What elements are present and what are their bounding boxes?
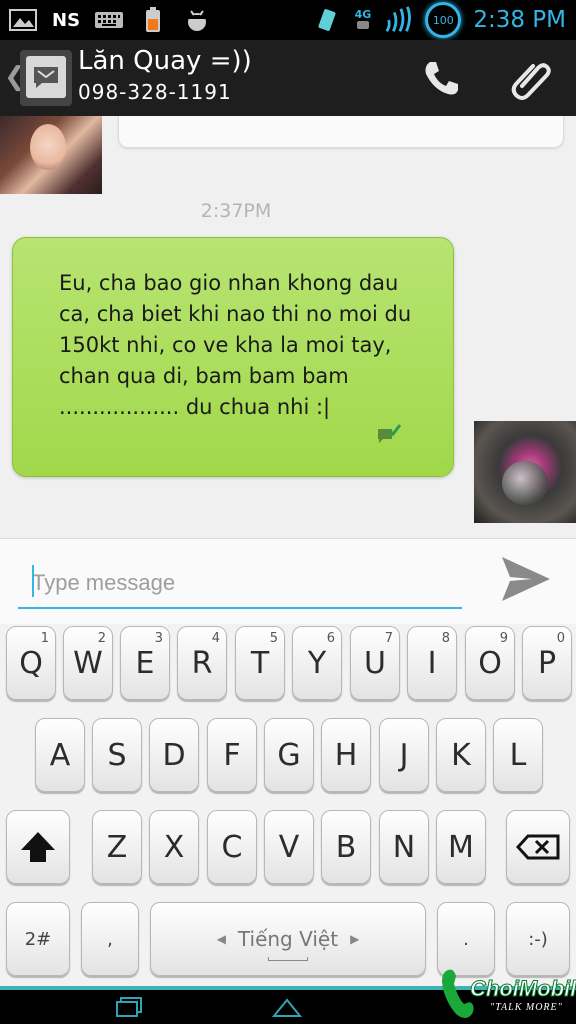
conversation-action-bar: ❮ Lăn Quay =)) 098-328-1191 (0, 40, 576, 116)
send-icon[interactable] (496, 553, 556, 605)
phone-data-icon (313, 7, 343, 33)
key-hint: 6 (326, 631, 335, 646)
key-t[interactable]: T5 (235, 626, 285, 700)
key-k[interactable]: K (436, 718, 486, 792)
contact-phone: 098-328-1191 (78, 80, 232, 104)
attach-icon[interactable] (508, 56, 552, 100)
android-debug-icon (182, 7, 212, 33)
gallery-icon (8, 7, 38, 33)
key-label: R (191, 645, 213, 681)
phone-call-icon[interactable] (420, 56, 464, 100)
outgoing-message-text: Eu, cha bao gio nhan khong dau ca, cha b… (59, 271, 412, 419)
message-input[interactable] (18, 559, 462, 609)
clock: 2:38 PM (473, 7, 566, 33)
my-profile-photo[interactable] (474, 421, 576, 523)
brand-tagline: "TALK MORE" (490, 1002, 563, 1013)
key-label: T (250, 645, 270, 681)
smiley-key[interactable]: :-) (506, 902, 570, 976)
language-next-icon: ▶ (350, 932, 360, 946)
key-label: E (135, 645, 155, 681)
shift-key[interactable] (6, 810, 70, 884)
key-y[interactable]: Y6 (292, 626, 342, 700)
soft-keyboard: Q1 W2 E3 R4 T5 Y6 U7 I8 O9 P0 A S D F G … (0, 624, 576, 986)
key-s[interactable]: S (92, 718, 142, 792)
key-hint: 7 (384, 631, 393, 646)
key-w[interactable]: W2 (63, 626, 113, 700)
status-bar: NS 4G 100 2:38 PM (0, 0, 576, 40)
key-d[interactable]: D (149, 718, 199, 792)
key-e[interactable]: E3 (120, 626, 170, 700)
battery-level-indicator: 100 (425, 2, 462, 38)
key-hint: 1 (40, 631, 49, 646)
message-icon (26, 56, 66, 98)
space-key[interactable]: ◀ Tiếng Việt ▶ (150, 902, 426, 976)
contact-photo-face (30, 124, 66, 170)
key-o[interactable]: O9 (465, 626, 515, 700)
text-cursor (32, 565, 34, 597)
carrier-label: NS (52, 9, 81, 31)
key-hint: 9 (499, 631, 508, 646)
signal-icon (383, 6, 413, 33)
key-p[interactable]: P0 (522, 626, 572, 700)
contact-photo[interactable] (0, 116, 102, 194)
key-m[interactable]: M (436, 810, 486, 884)
key-hint: 5 (269, 631, 278, 646)
key-c[interactable]: C (207, 810, 257, 884)
space-key-label: Tiếng Việt (237, 927, 339, 951)
my-profile-photo-vase (502, 461, 548, 505)
key-z[interactable]: Z (92, 810, 142, 884)
key-x[interactable]: X (149, 810, 199, 884)
key-b[interactable]: B (321, 810, 371, 884)
key-hint: 8 (441, 631, 450, 646)
key-label: Y (307, 645, 327, 681)
shift-icon (21, 832, 55, 862)
compose-bar (0, 538, 576, 624)
key-v[interactable]: V (264, 810, 314, 884)
key-q[interactable]: Q1 (6, 626, 56, 700)
outgoing-message-bubble[interactable]: Eu, cha bao gio nhan khong dau ca, cha b… (12, 237, 454, 477)
key-l[interactable]: L (493, 718, 543, 792)
key-label: U (364, 645, 386, 681)
key-i[interactable]: I8 (407, 626, 457, 700)
message-timestamp: 2:37PM (200, 200, 272, 222)
key-r[interactable]: R4 (177, 626, 227, 700)
key-label: O (478, 645, 502, 681)
contact-name: Lăn Quay =)) (78, 46, 252, 76)
keyboard-icon (94, 7, 124, 33)
period-key[interactable]: . (437, 902, 495, 976)
battery-charging-icon (138, 7, 168, 33)
battery-level-text: 100 (432, 13, 454, 27)
delivered-check-icon (377, 424, 402, 446)
key-hint: 0 (556, 631, 565, 646)
key-f[interactable]: F (207, 718, 257, 792)
incoming-message-bubble[interactable] (118, 116, 564, 148)
key-label: Q (19, 645, 43, 681)
comma-key[interactable]: , (81, 902, 139, 976)
key-label: P (537, 645, 557, 681)
key-hint: 3 (154, 631, 163, 646)
key-hint: 2 (97, 631, 106, 646)
contact-avatar[interactable] (20, 50, 72, 106)
backspace-key[interactable] (506, 810, 570, 884)
symbols-key[interactable]: 2# (6, 902, 70, 976)
network-type-label: 4G (355, 9, 371, 32)
key-g[interactable]: G (264, 718, 314, 792)
key-a[interactable]: A (35, 718, 85, 792)
key-j[interactable]: J (379, 718, 429, 792)
home-icon[interactable] (270, 994, 304, 1020)
key-n[interactable]: N (379, 810, 429, 884)
recent-apps-icon[interactable] (113, 994, 147, 1020)
brand-name: ChoiMobile (470, 976, 576, 1002)
language-prev-icon: ◀ (216, 932, 226, 946)
backspace-icon (516, 834, 560, 860)
key-hint: 4 (211, 631, 220, 646)
brand-watermark: ChoiMobile "TALK MORE" (440, 966, 576, 1024)
message-list[interactable]: 2:37PM Eu, cha bao gio nhan khong dau ca… (0, 116, 576, 538)
key-label: W (73, 645, 103, 681)
key-h[interactable]: H (321, 718, 371, 792)
outgoing-bubble-tail (440, 458, 454, 474)
space-bar-icon (268, 957, 308, 961)
key-u[interactable]: U7 (350, 626, 400, 700)
key-label: I (427, 645, 437, 681)
